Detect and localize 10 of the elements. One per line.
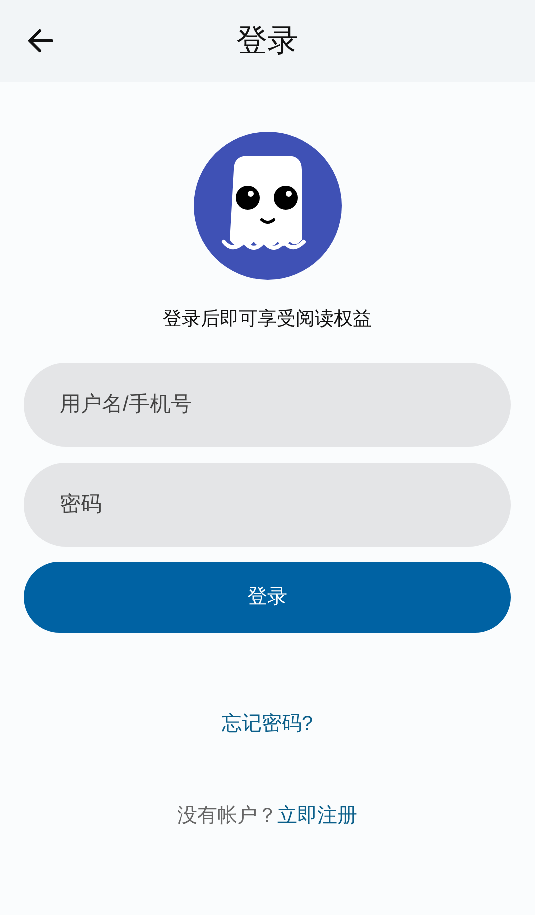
input-field[interactable]: 密码 [24,462,511,546]
tagline: 登录后即可享受阅读权益 [163,308,372,332]
signup-prompt: 没有帐户？ [178,804,278,828]
input-field[interactable]: 用户名/手机号 [24,362,511,446]
forgot-password-link[interactable]: 忘记密码? [222,708,314,738]
back-arrow-icon [28,29,54,53]
login-button[interactable]: 登录 [24,562,511,632]
page-title: 登录 [236,22,298,60]
ghost-logo-icon [194,132,342,280]
signup-link[interactable]: 立即注册 [278,800,358,830]
